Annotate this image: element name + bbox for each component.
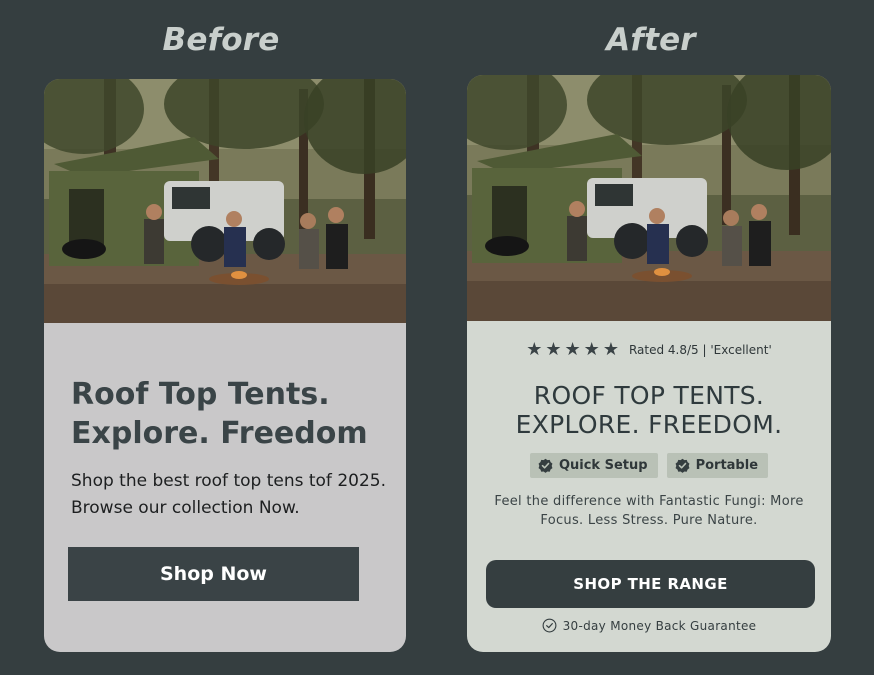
before-body-text: Shop the best roof top tens tof 2025. Br… (71, 471, 386, 518)
star-icon: ★ (602, 339, 619, 360)
after-label: After (606, 22, 696, 58)
before-card: Roof Top Tents. Explore. Freedom Shop th… (44, 79, 406, 652)
feature-badges: Quick Setup Portable (467, 453, 831, 478)
star-rating: ★ ★ ★ ★ ★ (526, 341, 619, 359)
badge-quick-setup: Quick Setup (529, 453, 658, 478)
guarantee-row: 30-day Money Back Guarantee (467, 618, 831, 633)
after-body-text: Feel the difference with Fantastic Fungi… (477, 492, 821, 530)
star-icon: ★ (583, 339, 600, 360)
after-card: ★ ★ ★ ★ ★ Rated 4.8/5 | 'Excellent' ROOF… (467, 75, 831, 652)
camping-scene-photo (44, 79, 406, 323)
shop-now-button[interactable]: Shop Now (68, 547, 359, 601)
before-headline: Roof Top Tents. Explore. Freedom (71, 375, 391, 453)
guarantee-text: 30-day Money Back Guarantee (562, 618, 757, 633)
star-icon: ★ (564, 339, 581, 360)
rating-row: ★ ★ ★ ★ ★ Rated 4.8/5 | 'Excellent' (467, 341, 831, 359)
rating-text: Rated 4.8/5 | 'Excellent' (628, 343, 772, 357)
badge-label: Portable (695, 458, 759, 473)
star-icon: ★ (526, 339, 543, 360)
after-headline-line1: ROOF TOP TENTS. (533, 381, 765, 410)
verified-check-icon (538, 458, 553, 473)
badge-label: Quick Setup (558, 458, 648, 473)
shop-the-range-button[interactable]: SHOP THE RANGE (486, 560, 815, 608)
before-headline-line2: Explore. Freedom (71, 416, 368, 451)
camping-scene-photo (467, 75, 831, 321)
before-headline-line1: Roof Top Tents. (71, 377, 330, 412)
star-icon: ★ (545, 339, 562, 360)
badge-portable: Portable (666, 453, 769, 478)
before-label: Before (162, 22, 280, 58)
after-body-line1: Feel the difference with Fantastic Fungi… (494, 494, 804, 509)
after-headline: ROOF TOP TENTS. EXPLORE. FREEDOM. (467, 381, 831, 439)
verified-check-icon (675, 458, 690, 473)
check-circle-icon (542, 618, 557, 633)
after-headline-line2: EXPLORE. FREEDOM. (515, 410, 783, 439)
after-body-line2: Focus. Less Stress. Pure Nature. (540, 513, 758, 528)
